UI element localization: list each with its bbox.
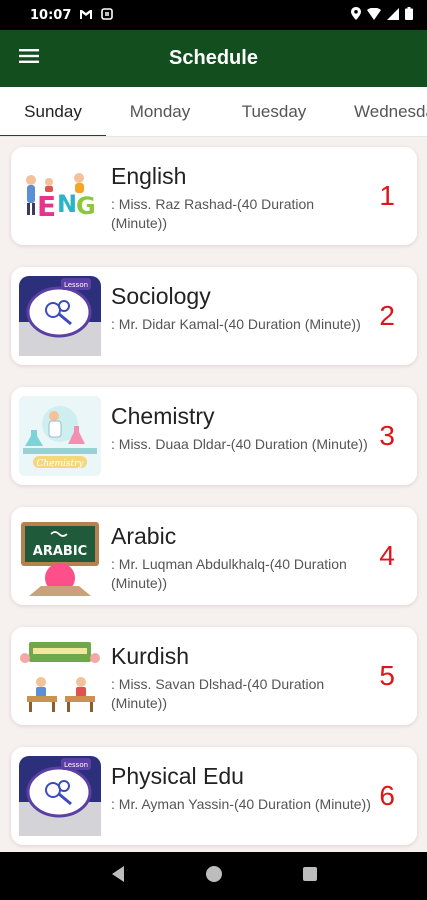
wifi-icon: [367, 7, 381, 23]
period-number: 3: [379, 420, 395, 451]
tab-sunday[interactable]: Sunday: [0, 87, 106, 136]
lesson-badge-icon: Lesson: [19, 756, 101, 836]
app-bar: Schedule: [0, 30, 427, 87]
tab-wednesday[interactable]: Wednesday: [334, 87, 427, 136]
menu-button[interactable]: [0, 30, 58, 87]
teacher-duration: : Mr. Luqman Abdulkhalq-(40 Duration (Mi…: [111, 556, 347, 591]
teacher-duration: : Miss. Raz Rashad-(40 Duration (Minute)…: [111, 196, 315, 231]
tab-monday[interactable]: Monday: [106, 87, 214, 136]
cell-signal-icon: [387, 7, 399, 23]
sync-icon: [101, 7, 114, 23]
svg-text:ARABIC: ARABIC: [33, 544, 87, 559]
teacher-duration: : Mr. Didar Kamal-(40 Duration (Minute)): [111, 316, 361, 332]
subject-name: Chemistry: [111, 403, 215, 429]
svg-text:Lesson: Lesson: [64, 761, 88, 769]
home-icon[interactable]: [205, 865, 223, 888]
location-icon: [351, 7, 361, 23]
recents-icon[interactable]: [302, 866, 318, 887]
svg-text:Lesson: Lesson: [64, 281, 88, 289]
teacher-duration: : Mr. Ayman Yassin-(40 Duration (Minute)…: [111, 796, 371, 812]
subject-name: Kurdish: [111, 643, 189, 669]
lesson-card[interactable]: Lesson Sociology : Mr. Didar Kamal-(40 D…: [11, 267, 417, 365]
lesson-card[interactable]: Lesson Physical Edu : Mr. Ayman Yassin-(…: [11, 747, 417, 845]
svg-text:E: E: [37, 190, 56, 223]
classroom-icon: [19, 636, 101, 716]
lesson-card[interactable]: Chemistry Chemistry : Miss. Duaa Dldar-(…: [11, 387, 417, 485]
period-number: 5: [379, 660, 395, 691]
svg-text:Chemistry: Chemistry: [36, 459, 84, 469]
period-number: 1: [379, 180, 395, 211]
lesson-list: E N G English : Miss. Raz Rashad-(40 Dur…: [0, 137, 427, 852]
day-tabs: Sunday Monday Tuesday Wednesday: [0, 87, 427, 137]
subject-name: Arabic: [111, 523, 177, 549]
svg-text:N: N: [57, 190, 77, 218]
back-icon[interactable]: [110, 865, 126, 888]
battery-icon: [405, 7, 413, 23]
lesson-card[interactable]: Kurdish : Miss. Savan Dlshad-(40 Duratio…: [11, 627, 417, 725]
eng-letters-icon: E N G: [19, 156, 101, 236]
hamburger-icon: [19, 49, 39, 68]
subject-name: Physical Edu: [111, 763, 244, 789]
arabic-board-icon: ARABIC: [19, 516, 101, 596]
svg-text:G: G: [76, 192, 96, 220]
teacher-duration: : Miss. Duaa Dldar-(40 Duration (Minute)…: [111, 436, 368, 452]
lesson-card[interactable]: E N G English : Miss. Raz Rashad-(40 Dur…: [11, 147, 417, 245]
gmail-icon: [79, 8, 93, 23]
subject-name: English: [111, 163, 187, 189]
system-nav-bar: [0, 852, 427, 900]
period-number: 6: [379, 780, 395, 811]
period-number: 4: [379, 540, 395, 571]
page-title: Schedule: [169, 47, 258, 69]
status-time: 10:07: [30, 7, 72, 23]
tab-tuesday[interactable]: Tuesday: [214, 87, 334, 136]
period-number: 2: [379, 300, 395, 331]
subject-name: Sociology: [111, 283, 211, 309]
lesson-badge-icon: Lesson: [19, 276, 101, 356]
chemistry-lab-icon: Chemistry: [19, 396, 101, 476]
status-bar: 10:07: [0, 0, 427, 30]
teacher-duration: : Miss. Savan Dlshad-(40 Duration (Minut…: [111, 676, 325, 711]
lesson-card[interactable]: ARABIC Arabic : Mr. Luqman Abdulkhalq-(4…: [11, 507, 417, 605]
